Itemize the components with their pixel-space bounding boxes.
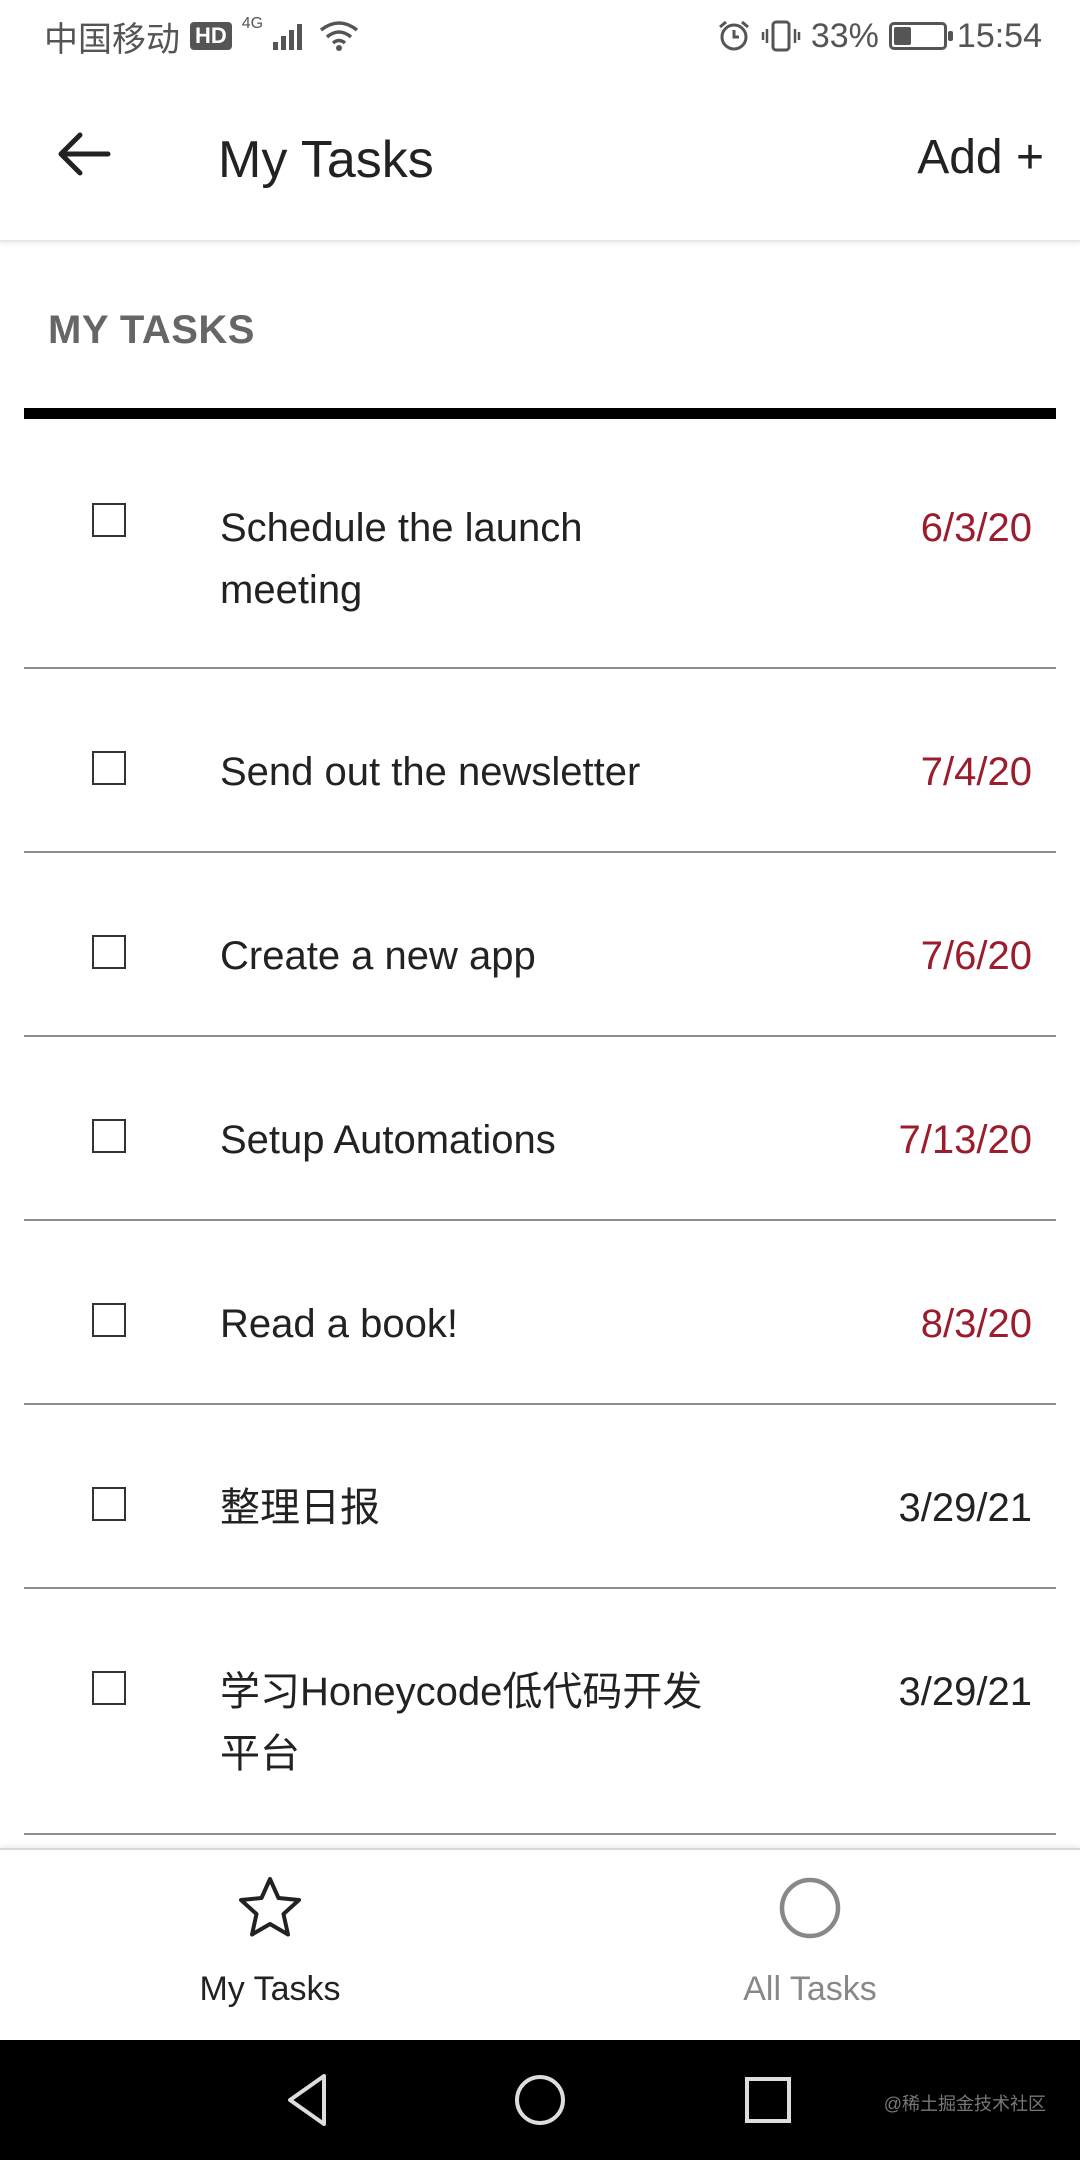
hd-badge: HD [190, 22, 232, 50]
task-checkbox[interactable] [92, 503, 126, 537]
nav-all-tasks[interactable]: All Tasks [540, 1850, 1080, 2040]
vibrate-icon [761, 19, 801, 53]
watermark: @稀土掘金技术社区 [883, 2094, 1046, 2114]
nav-all-tasks-label: All Tasks [743, 1970, 877, 2008]
carrier-name: 中国移动 [44, 20, 180, 59]
task-date: 6/3/20 [920, 506, 1032, 550]
task-title: Send out the newsletter [220, 750, 641, 794]
app-header: My Tasks Add + [0, 72, 1080, 242]
system-nav-bar: @稀土掘金技术社区 [0, 2040, 1080, 2160]
task-checkbox[interactable] [92, 1303, 126, 1337]
task-row[interactable]: 整理日报 3/29/21 [24, 1405, 1056, 1589]
task-date: 7/4/20 [920, 750, 1032, 794]
signal-icon [273, 22, 309, 50]
task-row[interactable]: Setup Automations 7/13/20 [24, 1037, 1056, 1221]
task-row[interactable]: 学习Honeycode低代码开发平台 3/29/21 [24, 1589, 1056, 1835]
battery-level [893, 27, 912, 45]
task-row[interactable]: Schedule the launch meeting 6/3/20 [24, 419, 1056, 669]
wifi-icon [319, 20, 359, 52]
task-date: 7/6/20 [920, 934, 1032, 978]
network-type: 4G [241, 15, 264, 32]
task-title: 整理日报 [220, 1486, 380, 1530]
back-button[interactable] [52, 122, 116, 186]
task-date: 3/29/21 [898, 1486, 1032, 1530]
task-row[interactable]: Read a book! 8/3/20 [24, 1221, 1056, 1405]
task-list: Schedule the launch meeting 6/3/20 Send … [24, 419, 1056, 1835]
battery-percent: 33% [810, 16, 879, 55]
task-title: Schedule the launch meeting [220, 506, 583, 612]
system-back-button[interactable] [278, 2070, 338, 2130]
status-bar-right: 33% 15:54 [717, 17, 1042, 56]
arrow-left-icon [58, 132, 111, 176]
bottom-nav: My Tasks All Tasks [0, 1848, 1080, 2040]
section-divider [24, 408, 1056, 419]
triangle-back-icon [288, 2074, 326, 2126]
task-row[interactable]: Create a new app 7/6/20 [24, 853, 1056, 1037]
task-row[interactable]: Send out the newsletter 7/4/20 [24, 669, 1056, 853]
status-bar: 中国移动 HD 4G 33% 15:54 [0, 0, 1080, 72]
task-checkbox[interactable] [92, 1487, 126, 1521]
system-recents-button[interactable] [738, 2070, 798, 2130]
system-home-button[interactable] [510, 2070, 570, 2130]
task-date: 7/13/20 [898, 1118, 1032, 1162]
circle-home-icon [515, 2075, 565, 2125]
section-title: MY TASKS [48, 308, 255, 352]
nav-my-tasks-label: My Tasks [199, 1970, 341, 2008]
page-title: My Tasks [218, 131, 434, 189]
task-title: Create a new app [220, 934, 536, 978]
circle-icon [779, 1877, 841, 1939]
task-checkbox[interactable] [92, 935, 126, 969]
square-recents-icon [745, 2077, 791, 2123]
star-icon [239, 1877, 301, 1937]
task-title: Setup Automations [220, 1118, 556, 1162]
status-bar-left: 中国移动 HD 4G [44, 12, 359, 61]
clock: 15:54 [956, 16, 1042, 55]
task-checkbox[interactable] [92, 1671, 126, 1705]
alarm-icon [717, 19, 751, 53]
task-checkbox[interactable] [92, 1119, 126, 1153]
task-checkbox[interactable] [92, 751, 126, 785]
task-date: 3/29/21 [898, 1670, 1032, 1714]
task-date: 8/3/20 [920, 1302, 1032, 1346]
nav-my-tasks[interactable]: My Tasks [0, 1850, 540, 2040]
task-title: 学习Honeycode低代码开发平台 [220, 1670, 703, 1776]
battery-icon [888, 22, 953, 50]
task-title: Read a book! [220, 1302, 458, 1346]
add-task-button[interactable]: Add + [917, 130, 1044, 185]
